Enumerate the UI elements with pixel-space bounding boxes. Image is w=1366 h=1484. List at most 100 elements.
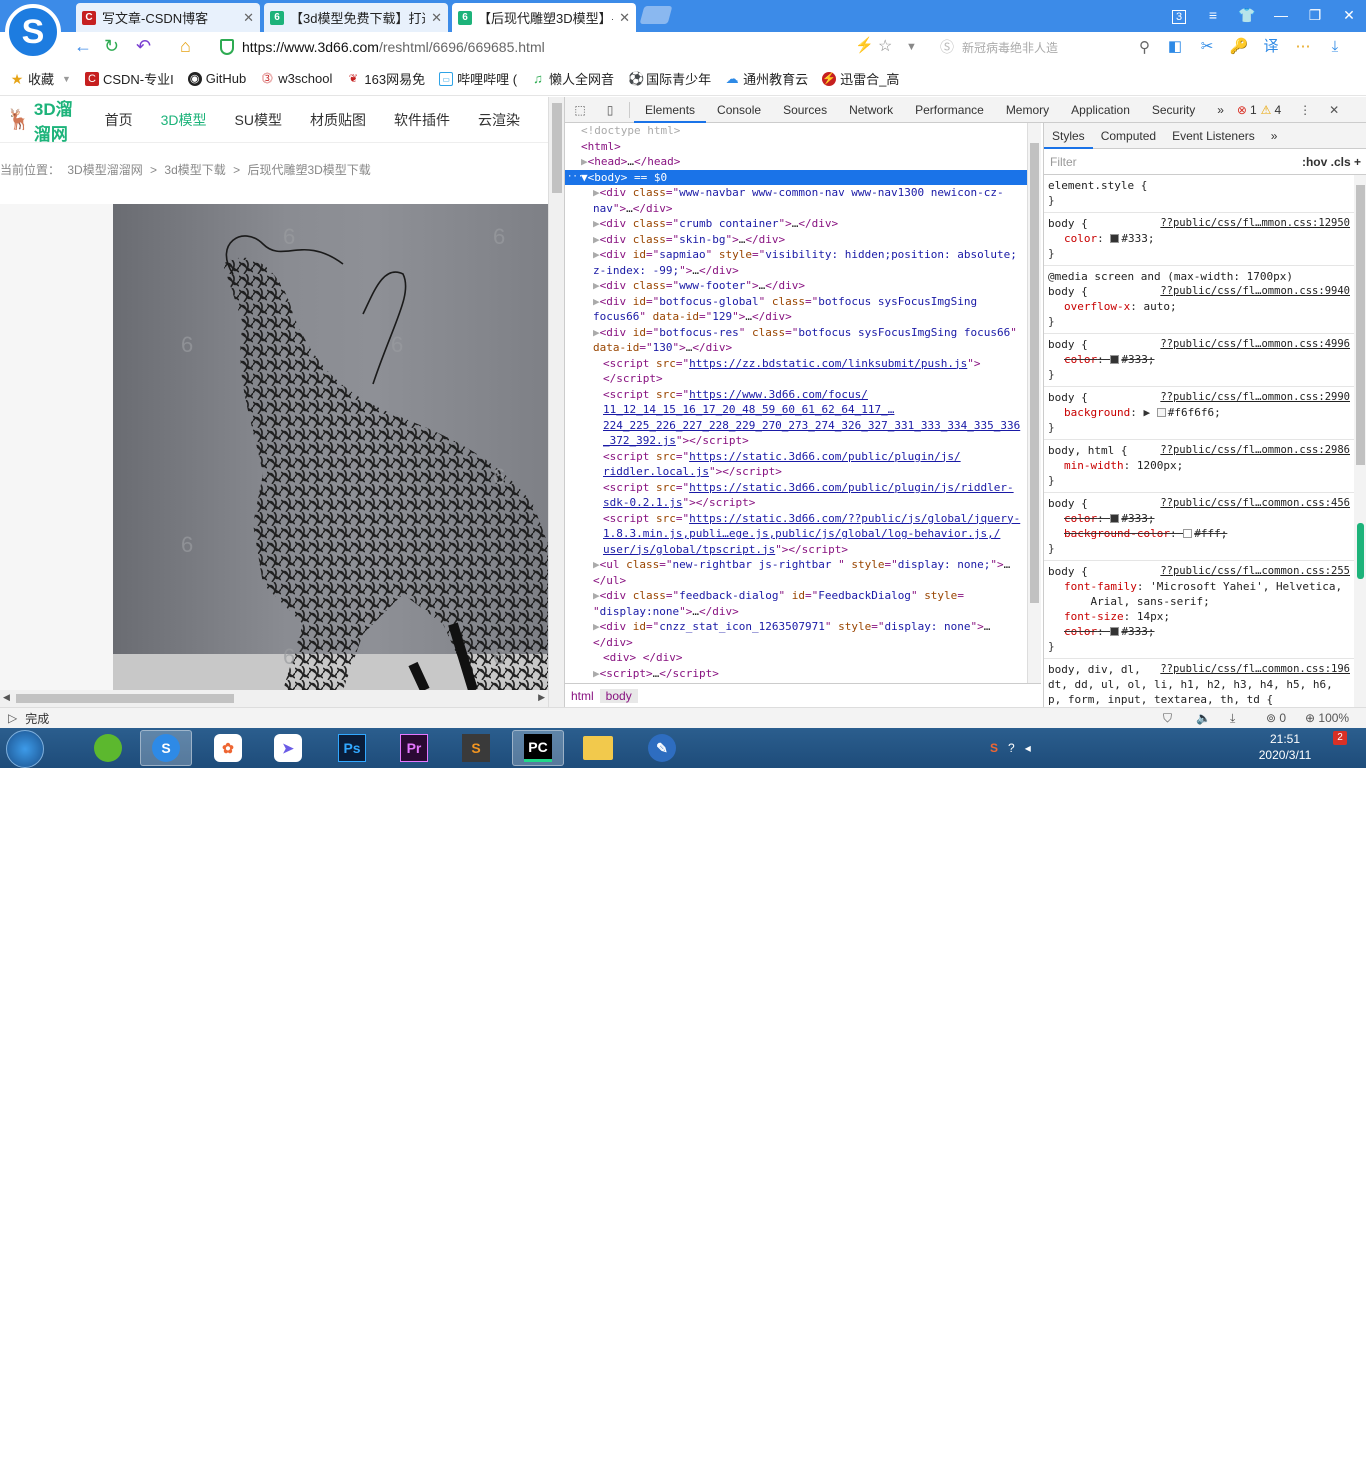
page-vertical-scrollbar[interactable]: [548, 97, 564, 707]
nav-home[interactable]: 首页: [105, 110, 133, 130]
color-swatch[interactable]: [1156, 408, 1166, 417]
dom-node[interactable]: z-index: -99;">…</div>: [565, 263, 1027, 279]
dom-node[interactable]: <script src="https://www.3d66.com/focus/: [565, 387, 1027, 403]
dom-node[interactable]: </script>: [565, 371, 1027, 387]
css-property[interactable]: color: #333;: [1048, 352, 1350, 367]
bookmark-youth[interactable]: ⚽ 国际青少年: [628, 69, 711, 88]
styles-scrollbar[interactable]: [1354, 175, 1366, 707]
skin-icon[interactable]: 👕: [1230, 7, 1264, 24]
sound-icon[interactable]: 🔈: [1196, 711, 1211, 725]
close-devtools-icon[interactable]: ✕: [1329, 103, 1339, 117]
dom-node[interactable]: nav">…</div>: [565, 201, 1027, 217]
css-rule[interactable]: body, div, dl, dt, dd, ul, ol, li, h1, h…: [1044, 659, 1354, 707]
taskbar-sublime[interactable]: S: [450, 730, 502, 766]
css-rules-list[interactable]: element.style {} body {??public/css/fl…mm…: [1044, 175, 1354, 707]
reload-icon[interactable]: ↻: [104, 36, 119, 57]
dom-node[interactable]: ▶<div id="sapmiao" style="visibility: hi…: [565, 247, 1027, 263]
css-rule[interactable]: body {??public/css/fl…common.css:456 colo…: [1044, 493, 1354, 561]
css-source-link[interactable]: ??public/css/fl…common.css:456: [1160, 496, 1350, 511]
crumb-3d-download[interactable]: 3d模型下载: [164, 163, 225, 177]
dom-node[interactable]: <div> </div>: [565, 650, 1027, 666]
taskbar-explorer[interactable]: [572, 730, 624, 766]
crumb-current[interactable]: 后现代雕塑3D模型下载: [247, 163, 370, 177]
dom-node[interactable]: 1.8.3.min.js,publi…ege.js,public/js/glob…: [565, 526, 1027, 542]
crumb-body[interactable]: body: [599, 688, 638, 703]
scroll-thumb[interactable]: [1030, 143, 1039, 603]
css-rule[interactable]: element.style {}: [1044, 175, 1354, 213]
dom-node[interactable]: ▶<div class="www-navbar www-common-nav w…: [565, 185, 1027, 201]
scroll-left-icon[interactable]: ◀: [3, 692, 10, 703]
css-source-link[interactable]: ??public/css/fl…mmon.css:12950: [1160, 216, 1350, 231]
close-icon[interactable]: ✕: [243, 10, 254, 26]
bookmark-w3school[interactable]: ⓷ w3school: [260, 71, 333, 86]
download-counter[interactable]: ⊚ 0: [1266, 711, 1286, 725]
close-icon[interactable]: ✕: [619, 10, 630, 26]
nav-materials[interactable]: 材质贴图: [310, 110, 366, 130]
css-rule[interactable]: body, html {??public/css/fl…ommon.css:29…: [1044, 440, 1354, 493]
taskbar-feishu[interactable]: ➤: [262, 730, 314, 766]
taskbar-360-browser[interactable]: [82, 730, 134, 766]
dom-node[interactable]: sdk-0.2.1.js"></script>: [565, 495, 1027, 511]
more-tabs-icon[interactable]: »: [1206, 97, 1235, 123]
nav-plugins[interactable]: 软件插件: [394, 110, 450, 130]
start-button[interactable]: [6, 730, 44, 768]
dom-node[interactable]: _372_392.js"></script>: [565, 433, 1027, 449]
dom-node[interactable]: ▶<div class="skin-bg">…</div>: [565, 232, 1027, 248]
css-source-link[interactable]: ??public/css/fl…ommon.css:9940: [1160, 284, 1350, 299]
css-property[interactable]: font-size: 14px;: [1048, 609, 1350, 624]
search-input[interactable]: Ⓢ 新冠病毒绝非人造 ⚲: [940, 37, 1150, 57]
tab-application[interactable]: Application: [1060, 97, 1141, 123]
close-icon[interactable]: ✕: [431, 10, 442, 26]
download-status-icon[interactable]: ⤓: [1230, 711, 1235, 726]
tab-elements[interactable]: Elements: [634, 97, 707, 123]
zoom-control[interactable]: ⊕ 100%: [1305, 711, 1349, 725]
color-swatch[interactable]: [1110, 627, 1120, 636]
color-swatch[interactable]: [1110, 234, 1120, 243]
dom-node[interactable]: "display:none">…</div>: [565, 604, 1027, 620]
css-property[interactable]: color: #333;: [1048, 511, 1350, 526]
scroll-thumb[interactable]: [1356, 185, 1365, 465]
css-source-link[interactable]: ??public/css/fl…ommon.css:2990: [1160, 390, 1350, 405]
dom-node[interactable]: data-id="130">…</div>: [565, 340, 1027, 356]
dom-node[interactable]: focus66" data-id="129">…</div>: [565, 309, 1027, 325]
css-rule[interactable]: @media screen and (max-width: 1700px) bo…: [1044, 266, 1354, 334]
dom-node[interactable]: <!doctype html>: [565, 123, 1027, 139]
css-rule[interactable]: body {??public/css/fl…ommon.css:2990 back…: [1044, 387, 1354, 440]
bookmark-csdn[interactable]: C CSDN-专业I: [84, 69, 174, 88]
taskbar-tool[interactable]: ✎: [636, 730, 688, 766]
dom-node[interactable]: <script src="https://static.3d66.com/pub…: [565, 480, 1027, 496]
shield-status-icon[interactable]: ⛉: [1163, 711, 1172, 726]
dom-node[interactable]: ▶<head>…</head>: [565, 154, 1027, 170]
nav-cloud-render[interactable]: 云渲染: [478, 110, 520, 130]
browser-tab-3[interactable]: 6 【后现代雕塑3D模型】- ✕: [452, 3, 636, 32]
dom-node[interactable]: riddler.local.js"></script>: [565, 464, 1027, 480]
scissors-icon[interactable]: ✂: [1197, 37, 1217, 57]
site-logo[interactable]: 🦌 3D溜溜网: [6, 97, 77, 145]
crumb-html[interactable]: html: [565, 689, 600, 703]
taskbar-photoshop[interactable]: Ps: [326, 730, 378, 766]
css-property[interactable]: font-family: 'Microsoft Yahei', Helvetic…: [1048, 579, 1350, 609]
system-clock[interactable]: 21:51 2020/3/11: [1255, 731, 1315, 763]
bookmark-favorites[interactable]: ★ 收藏 ▼: [10, 69, 71, 88]
tray-expand-icon[interactable]: ◂: [1025, 741, 1031, 755]
browser-tab-2[interactable]: 6 【3d模型免费下载】打造 ✕: [264, 3, 448, 32]
lightning-icon[interactable]: ⚡: [855, 36, 874, 54]
chevron-down-icon[interactable]: ▼: [906, 41, 917, 53]
color-swatch[interactable]: [1110, 514, 1120, 523]
home-icon[interactable]: ⌂: [180, 36, 191, 57]
tab-memory[interactable]: Memory: [995, 97, 1060, 123]
warning-count[interactable]: 4: [1274, 103, 1281, 117]
crumb-home[interactable]: 3D模型溜溜网: [67, 163, 142, 177]
dom-node[interactable]: </ul>: [565, 573, 1027, 589]
dom-node[interactable]: 11_12_14_15_16_17_20_48_59_60_61_62_64_1…: [565, 402, 1027, 418]
color-swatch[interactable]: [1110, 355, 1120, 364]
tab-event-listeners[interactable]: Event Listeners: [1164, 123, 1263, 149]
sidebar-toggle-icon[interactable]: ▷: [8, 711, 17, 725]
key-icon[interactable]: 🔑: [1229, 37, 1249, 57]
dom-node[interactable]: </div>: [565, 635, 1027, 651]
css-source-link[interactable]: ??public/css/fl…common.css:196: [1160, 662, 1350, 677]
styles-filter-input[interactable]: Filter :hov .cls +: [1044, 149, 1366, 175]
url-field[interactable]: https://www.3d66.com/reshtml/6696/669685…: [208, 35, 926, 59]
error-icon[interactable]: ⊗: [1237, 103, 1247, 117]
tab-console[interactable]: Console: [706, 97, 772, 123]
